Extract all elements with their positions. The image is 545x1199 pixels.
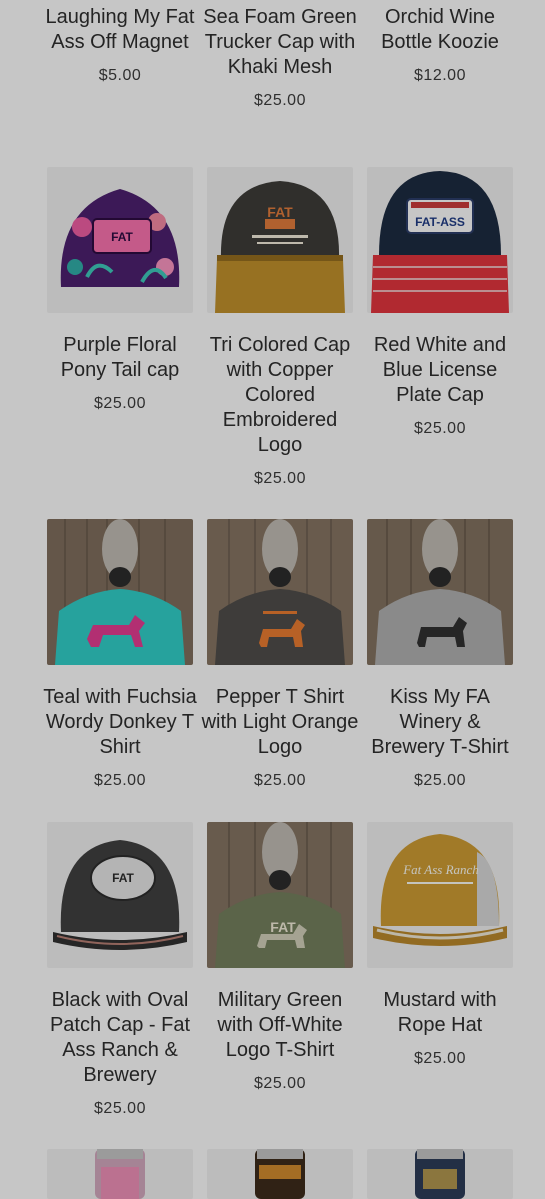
product-title[interactable]: Black with Oval Patch Cap - Fat Ass Ranc… bbox=[40, 988, 200, 1088]
product-title[interactable]: Kiss My FA Winery & Brewery T-Shirt bbox=[360, 685, 520, 760]
product-image[interactable] bbox=[367, 1149, 513, 1199]
product-price: $25.00 bbox=[414, 1050, 466, 1067]
product-title[interactable]: Red White and Blue License Plate Cap bbox=[360, 333, 520, 408]
product-price: $25.00 bbox=[94, 395, 146, 412]
image-text: FAT bbox=[112, 871, 134, 885]
product-card-seafoam-cap[interactable]: Sea Foam Green Trucker Cap with Khaki Me… bbox=[200, 0, 360, 111]
product-image[interactable] bbox=[207, 519, 353, 665]
product-image[interactable]: FAT bbox=[47, 822, 193, 968]
product-card-purple-floral-cap[interactable]: FAT Purple Floral Pony Tail cap $25.00 bbox=[40, 167, 200, 489]
product-row bbox=[40, 1149, 520, 1199]
product-card-koozie-1[interactable] bbox=[40, 1149, 200, 1199]
product-row: Teal with Fuchsia Wordy Donkey T Shirt $… bbox=[40, 519, 520, 791]
product-price: $25.00 bbox=[254, 92, 306, 109]
product-image[interactable] bbox=[367, 519, 513, 665]
product-image[interactable]: FAT bbox=[207, 822, 353, 968]
product-price: $25.00 bbox=[254, 772, 306, 789]
product-row: FAT Black with Oval Patch Cap - Fat Ass … bbox=[40, 822, 520, 1119]
product-price: $5.00 bbox=[98, 67, 142, 84]
product-card-laughing-magnet[interactable]: Laughing My Fat Ass Off Magnet $5.00 bbox=[40, 0, 200, 111]
product-image[interactable]: FAT bbox=[207, 167, 353, 313]
product-price: $12.00 bbox=[414, 67, 466, 84]
product-card-black-oval-patch-cap[interactable]: FAT Black with Oval Patch Cap - Fat Ass … bbox=[40, 822, 200, 1119]
product-price: $25.00 bbox=[254, 1075, 306, 1092]
product-card-teal-tshirt[interactable]: Teal with Fuchsia Wordy Donkey T Shirt $… bbox=[40, 519, 200, 791]
product-title[interactable]: Laughing My Fat Ass Off Magnet bbox=[40, 5, 200, 55]
product-title[interactable]: Teal with Fuchsia Wordy Donkey T Shirt bbox=[40, 685, 200, 760]
product-title[interactable]: Pepper T Shirt with Light Orange Logo bbox=[200, 685, 360, 760]
product-card-orchid-koozie[interactable]: Orchid Wine Bottle Koozie $12.00 bbox=[360, 0, 520, 111]
product-card-mustard-rope-hat[interactable]: Fat Ass Ranch Mustard with Rope Hat $25.… bbox=[360, 822, 520, 1119]
image-text: FAT bbox=[270, 919, 296, 935]
product-title[interactable]: Orchid Wine Bottle Koozie bbox=[360, 5, 520, 55]
product-image[interactable] bbox=[47, 519, 193, 665]
product-row: Laughing My Fat Ass Off Magnet $5.00 Sea… bbox=[40, 0, 520, 111]
product-title[interactable]: Purple Floral Pony Tail cap bbox=[40, 333, 200, 383]
product-card-kiss-my-fa-tshirt[interactable]: Kiss My FA Winery & Brewery T-Shirt $25.… bbox=[360, 519, 520, 791]
image-text: FAT bbox=[111, 230, 133, 244]
product-title[interactable]: Mustard with Rope Hat bbox=[360, 988, 520, 1038]
image-text: FAT bbox=[267, 204, 293, 220]
product-price: $25.00 bbox=[94, 1100, 146, 1117]
product-card-military-green-tshirt[interactable]: FAT Military Green with Off-White Logo T… bbox=[200, 822, 360, 1119]
product-card-koozie-2[interactable] bbox=[200, 1149, 360, 1199]
product-card-pepper-tshirt[interactable]: Pepper T Shirt with Light Orange Logo $2… bbox=[200, 519, 360, 791]
product-price: $25.00 bbox=[414, 772, 466, 789]
product-price: $25.00 bbox=[254, 470, 306, 487]
product-image[interactable] bbox=[207, 1149, 353, 1199]
product-price: $25.00 bbox=[414, 420, 466, 437]
product-row: FAT Purple Floral Pony Tail cap $25.00 F… bbox=[40, 167, 520, 489]
product-image[interactable] bbox=[47, 1149, 193, 1199]
product-image[interactable]: FAT-ASS bbox=[367, 167, 513, 313]
product-price: $25.00 bbox=[94, 772, 146, 789]
product-title[interactable]: Military Green with Off-White Logo T-Shi… bbox=[200, 988, 360, 1063]
image-text: Fat Ass Ranch bbox=[402, 862, 479, 877]
product-card-tri-colored-cap[interactable]: FAT Tri Colored Cap with Copper Colored … bbox=[200, 167, 360, 489]
product-image[interactable]: Fat Ass Ranch bbox=[367, 822, 513, 968]
image-text: FAT-ASS bbox=[415, 215, 465, 229]
product-title[interactable]: Tri Colored Cap with Copper Colored Embr… bbox=[200, 333, 360, 458]
product-image[interactable]: FAT bbox=[47, 167, 193, 313]
product-card-koozie-3[interactable] bbox=[360, 1149, 520, 1199]
product-title[interactable]: Sea Foam Green Trucker Cap with Khaki Me… bbox=[200, 5, 360, 80]
product-card-license-plate-cap[interactable]: FAT-ASS Red White and Blue License Plate… bbox=[360, 167, 520, 489]
